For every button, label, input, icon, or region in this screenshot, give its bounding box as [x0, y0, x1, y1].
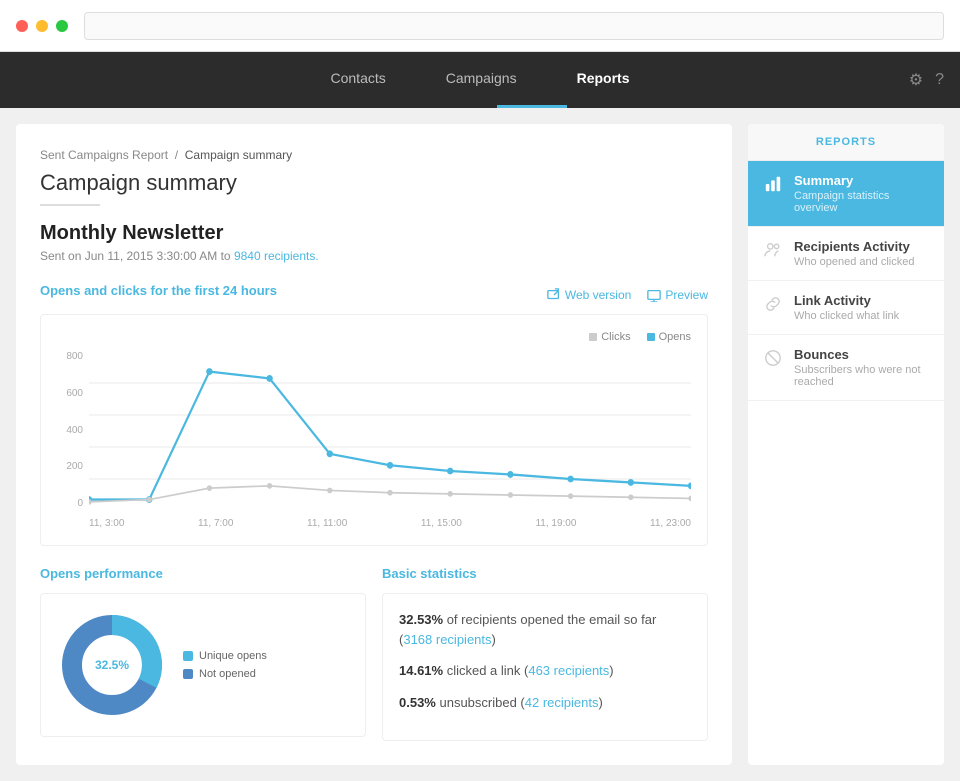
summary-item-desc: Campaign statistics overview [794, 190, 928, 214]
chart-title: Opens and clicks for the first 24 hours [40, 283, 277, 298]
nav-active-underline [497, 105, 567, 108]
sidebar-item-bounces[interactable]: Bounces Subscribers who were not reached [748, 335, 944, 401]
nav-reports[interactable]: Reports [577, 70, 630, 90]
stat-link-2[interactable]: 42 recipients [525, 695, 599, 710]
svg-text:32.5%: 32.5% [95, 658, 129, 672]
link-activity-item-title: Link Activity [794, 293, 928, 308]
page-title: Campaign summary [40, 170, 708, 196]
y-label-600: 600 [57, 388, 83, 399]
donut-chart-box: 32.5% Unique opens Not opened [40, 593, 366, 737]
opens-performance-section: Opens performance 32.5% [40, 566, 366, 741]
legend-opens: Opens [647, 331, 691, 343]
donut-legend: Unique opens Not opened [183, 650, 267, 680]
donut-chart-svg: 32.5% [57, 610, 167, 720]
link-activity-item-desc: Who clicked what link [794, 310, 928, 322]
stat-row-0: 32.53% of recipients opened the email so… [399, 610, 691, 649]
link-icon [764, 295, 782, 318]
title-bar [0, 0, 960, 52]
address-bar[interactable] [84, 12, 944, 40]
nav-bar: Contacts Campaigns Reports ⚙ ? [0, 52, 960, 108]
traffic-light-green[interactable] [56, 20, 68, 32]
recipients-link[interactable]: 9840 recipients. [234, 249, 319, 263]
y-label-800: 800 [57, 351, 83, 362]
breadcrumb-parent[interactable]: Sent Campaigns Report [40, 148, 168, 162]
legend-unique-opens: Unique opens [183, 650, 267, 662]
content-area: Sent Campaigns Report / Campaign summary… [16, 124, 732, 765]
y-label-400: 400 [57, 425, 83, 436]
opens-performance-title: Opens performance [40, 566, 366, 581]
chart-header: Opens and clicks for the first 24 hours … [40, 283, 708, 306]
stat-row-1: 14.61% clicked a link (463 recipients) [399, 661, 691, 681]
nav-contacts[interactable]: Contacts [331, 70, 386, 90]
basic-statistics-section: Basic statistics 32.53% of recipients op… [382, 566, 708, 741]
chart-container: Clicks Opens 0 200 400 600 800 [40, 314, 708, 546]
link-activity-item-text: Link Activity Who clicked what link [794, 293, 928, 322]
chart-svg [89, 351, 691, 511]
recipients-item-text: Recipients Activity Who opened and click… [794, 239, 928, 268]
settings-icon[interactable]: ⚙ [909, 70, 923, 90]
sidebar-item-recipients-activity[interactable]: Recipients Activity Who opened and click… [748, 227, 944, 281]
sidebar-header: REPORTS [748, 124, 944, 161]
recipients-item-title: Recipients Activity [794, 239, 928, 254]
nav-links: Contacts Campaigns Reports [331, 70, 630, 90]
x-label-1: 11, 3:00 [89, 518, 124, 529]
summary-item-text: Summary Campaign statistics overview [794, 173, 928, 214]
main-layout: Sent Campaigns Report / Campaign summary… [0, 108, 960, 781]
y-label-0: 0 [57, 498, 83, 509]
traffic-light-yellow[interactable] [36, 20, 48, 32]
stat-link-1[interactable]: 463 recipients [528, 663, 609, 678]
people-icon [764, 241, 782, 264]
summary-item-title: Summary [794, 173, 928, 188]
campaign-meta: Sent on Jun 11, 2015 3:30:00 AM to 9840 … [40, 249, 708, 263]
stat-link-0[interactable]: 3168 recipients [403, 632, 491, 647]
bar-chart-icon [764, 175, 782, 198]
x-label-4: 11, 15:00 [421, 518, 462, 529]
x-label-5: 11, 19:00 [535, 518, 576, 529]
traffic-light-red[interactable] [16, 20, 28, 32]
legend-clicks: Clicks [589, 331, 630, 343]
sidebar: REPORTS Summary Campaign statistics over… [748, 124, 944, 765]
sidebar-item-link-activity[interactable]: Link Activity Who clicked what link [748, 281, 944, 335]
bounces-item-title: Bounces [794, 347, 928, 362]
web-version-link[interactable]: Web version [547, 288, 631, 302]
nav-icons: ⚙ ? [909, 70, 944, 90]
bounces-item-text: Bounces Subscribers who were not reached [794, 347, 928, 388]
legend-not-opened: Not opened [183, 668, 267, 680]
recipients-item-desc: Who opened and clicked [794, 256, 928, 268]
stat-row-2: 0.53% unsubscribed (42 recipients) [399, 693, 691, 713]
help-icon[interactable]: ? [935, 71, 944, 89]
breadcrumb-current: Campaign summary [185, 148, 292, 162]
x-label-2: 11, 7:00 [198, 518, 233, 529]
y-label-200: 200 [57, 461, 83, 472]
sidebar-item-summary[interactable]: Summary Campaign statistics overview [748, 161, 944, 227]
breadcrumb: Sent Campaigns Report / Campaign summary [40, 148, 708, 162]
title-divider [40, 204, 100, 206]
bottom-sections: Opens performance 32.5% [40, 566, 708, 741]
nav-campaigns[interactable]: Campaigns [446, 70, 517, 90]
chart-actions: Web version Preview [547, 288, 708, 302]
x-label-6: 11, 23:00 [650, 518, 691, 529]
ban-icon [764, 349, 782, 372]
chart-legend: Clicks Opens [57, 331, 691, 343]
stats-box: 32.53% of recipients opened the email so… [382, 593, 708, 741]
donut-container: 32.5% Unique opens Not opened [57, 610, 349, 720]
campaign-name: Monthly Newsletter [40, 222, 708, 245]
preview-link[interactable]: Preview [647, 288, 708, 302]
bounces-item-desc: Subscribers who were not reached [794, 364, 928, 388]
basic-statistics-title: Basic statistics [382, 566, 708, 581]
x-label-3: 11, 11:00 [307, 518, 347, 529]
